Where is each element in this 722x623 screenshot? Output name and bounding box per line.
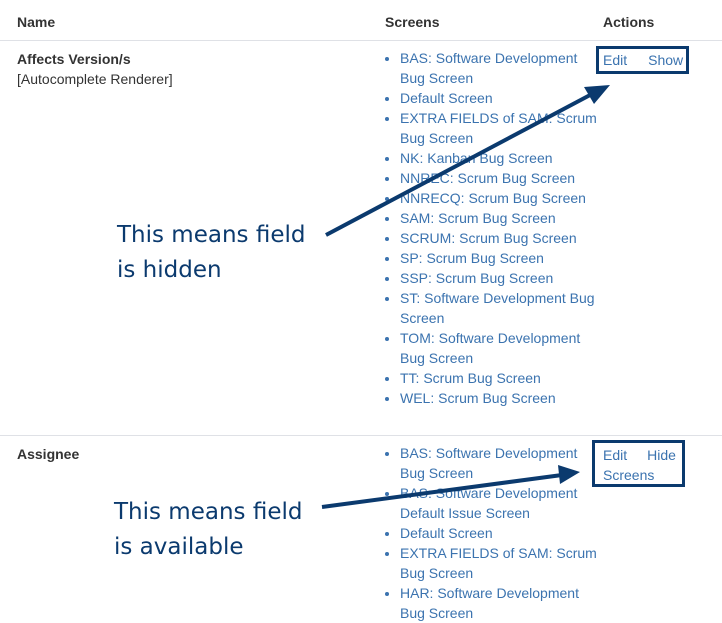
- list-item: Default Screen: [400, 523, 600, 543]
- list-item: HAR: Software Development Bug Screen: [400, 583, 600, 623]
- list-item: Default Screen: [400, 88, 600, 108]
- screens-list: BAS: Software Development Bug Screen Def…: [382, 48, 600, 408]
- list-item: ST: Software Development Bug Screen: [400, 288, 600, 328]
- list-item: SSP: Scrum Bug Screen: [400, 268, 600, 288]
- screen-link[interactable]: WEL: Scrum Bug Screen: [400, 390, 556, 406]
- hide-link[interactable]: Hide: [647, 447, 676, 463]
- show-link[interactable]: Show: [648, 52, 683, 68]
- edit-link[interactable]: Edit: [603, 52, 627, 68]
- list-item: SAM: Scrum Bug Screen: [400, 208, 600, 228]
- annotation-line: is available: [114, 534, 244, 560]
- list-item: EXTRA FIELDS of SAM: Scrum Bug Screen: [400, 543, 600, 583]
- list-item: TT: Scrum Bug Screen: [400, 368, 600, 388]
- annotation-line: This means field: [117, 222, 306, 248]
- screen-link[interactable]: SAM: Scrum Bug Screen: [400, 210, 556, 226]
- annotation-available: This means field is available: [114, 495, 302, 565]
- annotation-line: This means field: [114, 499, 303, 525]
- screen-link[interactable]: BAS: Software Development Default Issue …: [400, 485, 577, 521]
- screen-link[interactable]: Default Screen: [400, 90, 493, 106]
- table-header-row: Name Screens Actions: [0, 0, 722, 41]
- screen-link[interactable]: Default Screen: [400, 525, 493, 541]
- edit-link[interactable]: Edit: [603, 447, 627, 463]
- list-item: WEL: Scrum Bug Screen: [400, 388, 600, 408]
- actions-highlight-box: Edit Hide Screens: [592, 440, 685, 487]
- screen-link[interactable]: NK: Kanban Bug Screen: [400, 150, 553, 166]
- list-item: EXTRA FIELDS of SAM: Scrum Bug Screen: [400, 108, 600, 148]
- list-item: NK: Kanban Bug Screen: [400, 148, 600, 168]
- list-item: BAS: Software Development Default Issue …: [400, 483, 600, 523]
- screen-link[interactable]: BAS: Software Development Bug Screen: [400, 50, 577, 86]
- list-item: SCRUM: Scrum Bug Screen: [400, 228, 600, 248]
- annotation-hidden: This means field is hidden: [117, 218, 305, 288]
- table-row: Affects Version/s [Autocomplete Renderer…: [0, 41, 722, 436]
- list-item: BAS: Software Development Bug Screen: [400, 48, 600, 88]
- field-name: Assignee: [17, 446, 80, 462]
- list-item: TOM: Software Development Bug Screen: [400, 328, 600, 368]
- screens-list: BAS: Software Development Bug Screen BAS…: [382, 443, 600, 623]
- annotation-line: is hidden: [117, 257, 222, 283]
- header-screens: Screens: [385, 14, 440, 30]
- screen-link[interactable]: TOM: Software Development Bug Screen: [400, 330, 580, 366]
- screen-link[interactable]: SCRUM: Scrum Bug Screen: [400, 230, 577, 246]
- field-renderer: [Autocomplete Renderer]: [17, 71, 173, 87]
- screen-link[interactable]: ST: Software Development Bug Screen: [400, 290, 595, 326]
- screens-link[interactable]: Screens: [603, 467, 654, 483]
- screen-link[interactable]: EXTRA FIELDS of SAM: Scrum Bug Screen: [400, 545, 597, 581]
- header-name: Name: [17, 14, 56, 30]
- list-item: NNRECQ: Scrum Bug Screen: [400, 188, 600, 208]
- field-name: Affects Version/s: [17, 51, 131, 67]
- screen-link[interactable]: EXTRA FIELDS of SAM: Scrum Bug Screen: [400, 110, 597, 146]
- actions-highlight-box: Edit Show: [596, 46, 689, 74]
- list-item: SP: Scrum Bug Screen: [400, 248, 600, 268]
- screen-link[interactable]: NNREC: Scrum Bug Screen: [400, 170, 575, 186]
- screen-link[interactable]: TT: Scrum Bug Screen: [400, 370, 541, 386]
- screen-link[interactable]: HAR: Software Development Bug Screen: [400, 585, 579, 621]
- list-item: NNREC: Scrum Bug Screen: [400, 168, 600, 188]
- header-actions: Actions: [603, 14, 655, 30]
- table-row: Assignee BAS: Software Development Bug S…: [0, 436, 722, 622]
- screen-link[interactable]: NNRECQ: Scrum Bug Screen: [400, 190, 586, 206]
- screen-link[interactable]: SP: Scrum Bug Screen: [400, 250, 544, 266]
- screen-link[interactable]: BAS: Software Development Bug Screen: [400, 445, 577, 481]
- screen-link[interactable]: SSP: Scrum Bug Screen: [400, 270, 553, 286]
- list-item: BAS: Software Development Bug Screen: [400, 443, 600, 483]
